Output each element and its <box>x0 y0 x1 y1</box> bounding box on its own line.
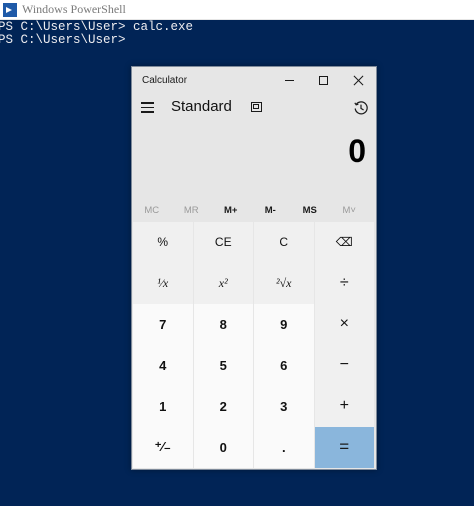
calculator-display: 0 <box>132 123 376 195</box>
multiply-button[interactable]: × <box>314 304 374 345</box>
digit-2-button[interactable]: 2 <box>193 386 253 427</box>
powershell-window-title: Windows PowerShell <box>22 2 126 16</box>
maximize-button[interactable] <box>306 67 340 93</box>
add-button[interactable]: + <box>314 386 374 427</box>
digit-7-button[interactable]: 7 <box>133 304 193 345</box>
digit-8-button[interactable]: 8 <box>193 304 253 345</box>
memory-store-button[interactable]: MS <box>290 205 330 216</box>
equals-button[interactable]: = <box>314 427 374 468</box>
memory-clear-button[interactable]: MC <box>132 205 172 216</box>
digit-4-button[interactable]: 4 <box>133 345 193 386</box>
digit-0-button[interactable]: 0 <box>193 427 253 468</box>
memory-list-button[interactable]: M˅ <box>330 205 370 216</box>
digit-9-button[interactable]: 9 <box>254 304 314 345</box>
square-root-button[interactable]: ²√x <box>254 263 314 304</box>
keep-on-top-icon[interactable] <box>251 102 262 112</box>
keypad: % CE C ⌫ ¹⁄x x² ²√x ÷ 7 8 9 × 4 5 6 − 1 … <box>133 222 375 468</box>
decimal-button[interactable]: . <box>254 427 314 468</box>
console-line: PS C:\Users\User> <box>0 33 126 47</box>
calculator-window: Calculator Standard 0 MC MR M+ M- MS M˅ <box>131 66 377 470</box>
memory-add-button[interactable]: M+ <box>211 205 251 216</box>
digit-1-button[interactable]: 1 <box>133 386 193 427</box>
calculator-header: Standard <box>132 93 376 123</box>
percent-button[interactable]: % <box>133 222 193 263</box>
memory-subtract-button[interactable]: M- <box>251 205 291 216</box>
clear-button[interactable]: C <box>254 222 314 263</box>
history-icon[interactable] <box>353 100 369 116</box>
memory-recall-button[interactable]: MR <box>172 205 212 216</box>
minimize-icon <box>284 79 294 81</box>
minimize-button[interactable] <box>272 67 306 93</box>
calculator-mode-title: Standard <box>171 98 232 115</box>
calculator-titlebar[interactable]: Calculator <box>132 67 376 93</box>
backspace-button[interactable]: ⌫ <box>314 222 374 263</box>
memory-row: MC MR M+ M- MS M˅ <box>132 195 376 225</box>
digit-5-button[interactable]: 5 <box>193 345 253 386</box>
display-value: 0 <box>348 133 366 169</box>
hamburger-menu-icon[interactable] <box>141 102 154 113</box>
clear-entry-button[interactable]: CE <box>193 222 253 263</box>
subtract-button[interactable]: − <box>314 345 374 386</box>
powershell-icon <box>3 2 17 17</box>
digit-6-button[interactable]: 6 <box>254 345 314 386</box>
divide-button[interactable]: ÷ <box>314 263 374 304</box>
calculator-window-title: Calculator <box>142 74 188 86</box>
maximize-icon <box>318 75 328 85</box>
powershell-titlebar[interactable]: Windows PowerShell <box>0 0 474 20</box>
digit-3-button[interactable]: 3 <box>254 386 314 427</box>
close-icon <box>353 75 364 86</box>
close-button[interactable] <box>341 67 375 93</box>
reciprocal-button[interactable]: ¹⁄x <box>133 263 193 304</box>
negate-button[interactable]: ⁺⁄₋ <box>133 427 193 468</box>
square-button[interactable]: x² <box>193 263 253 304</box>
